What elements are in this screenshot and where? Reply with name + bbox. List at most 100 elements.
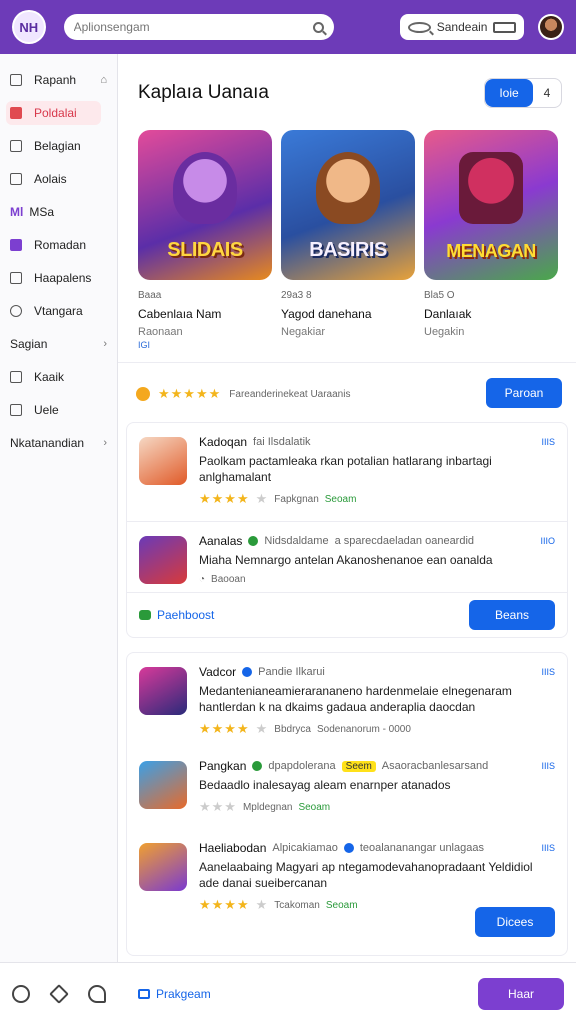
review-item[interactable]: IIIO Aanalas Nidsdaldame a sparecdaeladan … bbox=[127, 522, 567, 592]
home-icon[interactable] bbox=[49, 983, 69, 1004]
grid-icon bbox=[10, 74, 22, 86]
card-meta: 29a3 8 bbox=[281, 290, 312, 301]
share-icon[interactable] bbox=[88, 984, 106, 1003]
game-icon bbox=[139, 667, 187, 715]
review-text: Paolkam pactamleaka rkan potalian hatlar… bbox=[199, 454, 492, 484]
view-toggle[interactable]: Ioie 4 bbox=[484, 78, 562, 108]
sidebar-item-5[interactable]: Romadan bbox=[0, 233, 117, 257]
card-name[interactable]: Danlaıak bbox=[424, 307, 558, 321]
top-bar: NH Sandeain bbox=[0, 0, 576, 54]
sidebar-item-label: Belagian bbox=[34, 139, 81, 153]
rating-text: Fareanderinekeat Uaraanis bbox=[229, 388, 351, 400]
search-icon bbox=[407, 21, 431, 33]
review-text: Aanelaabaing Magyari ap ntegamodevahanop… bbox=[199, 860, 533, 890]
review-foot-status[interactable]: Seoam bbox=[298, 802, 330, 813]
game-card[interactable]: SLIDAIS Baaa Cabenlaıa Nam Raonaan IGI bbox=[138, 130, 272, 350]
review-badge: Nidsdaldame bbox=[264, 535, 329, 547]
sidebar-item-label: Poldalai bbox=[34, 106, 77, 120]
game-thumbnail[interactable]: BASIRIS bbox=[281, 130, 415, 280]
review-tag: IIIS bbox=[541, 761, 555, 771]
review-item[interactable]: IIIS Haeliabodan Alpicakiamao teoalananang… bbox=[127, 829, 567, 915]
game-card[interactable]: MENAGAN Bla5 O Danlaıak Uegakin bbox=[424, 130, 558, 350]
review-foot-status[interactable]: Seoam bbox=[325, 494, 357, 505]
card-name[interactable]: Cabenlaıa Nam bbox=[138, 307, 272, 321]
status-dot-icon bbox=[242, 667, 253, 677]
sidebar-item-label: Uele bbox=[34, 403, 59, 417]
badge-icon bbox=[139, 610, 151, 620]
review-extra: Asaoracbanlesarsand bbox=[381, 760, 489, 772]
sidebar-item-0[interactable]: Rapanh ⌂ bbox=[0, 68, 117, 92]
thumbnail-title: SLIDAIS bbox=[167, 239, 243, 261]
list-icon bbox=[10, 272, 22, 284]
review-foot: Fapkgnan bbox=[274, 493, 319, 505]
card-name[interactable]: Yagod danehana bbox=[281, 307, 415, 321]
game-card[interactable]: BASIRIS 29a3 8 Yagod danehana Negakiar bbox=[281, 130, 415, 350]
sidebar-item-label: Haapalens bbox=[34, 271, 92, 285]
review-foot: Bbdryca bbox=[274, 723, 311, 735]
game-thumbnail[interactable]: MENAGAN bbox=[424, 130, 558, 280]
primary-action-button[interactable]: Haar bbox=[478, 977, 564, 1010]
review-foot: Baooan bbox=[211, 574, 246, 585]
sidebar-item-6[interactable]: Haapalens bbox=[0, 266, 117, 290]
panel-link[interactable]: Paehboost bbox=[139, 608, 214, 622]
status-dot-icon bbox=[252, 761, 263, 771]
toggle-other[interactable]: 4 bbox=[533, 79, 561, 107]
bottom-link[interactable]: Prakgeam bbox=[138, 987, 211, 1001]
game-thumbnail[interactable]: SLIDAIS bbox=[138, 130, 272, 280]
review-foot-status[interactable]: Seoam bbox=[326, 900, 358, 911]
review-badge: dpapdolerana bbox=[268, 760, 336, 772]
character-art bbox=[173, 152, 237, 224]
panel-button[interactable]: Beans bbox=[469, 600, 555, 630]
sidebar: Rapanh ⌂ Poldalai Belagian Aolais Ml MSa R… bbox=[0, 54, 118, 962]
sidebar-item-2[interactable]: Belagian bbox=[0, 134, 117, 158]
thumbnail-title: MENAGAN bbox=[446, 241, 536, 261]
game-icon bbox=[139, 843, 187, 891]
card-meta: Bla5 O bbox=[424, 290, 455, 301]
sidebar-item-4[interactable]: Ml MSa bbox=[0, 200, 117, 224]
sidebar-item-10[interactable]: Uele bbox=[0, 398, 117, 422]
sidebar-item-label: Sagian bbox=[10, 337, 48, 351]
chevron-right-icon: › bbox=[103, 437, 107, 449]
review-text: Medantenianeamierarananeno hardenmelaie … bbox=[199, 684, 512, 714]
review-item[interactable]: IIIS Kadoqan fai Ilsdalatik Paolkam pacta… bbox=[127, 423, 567, 521]
calendar-icon[interactable] bbox=[493, 21, 517, 33]
sidebar-item-7[interactable]: Vtangara bbox=[0, 299, 117, 323]
review-item[interactable]: IIIS Pangkan dpapdolerana Seem Asaoracbanle… bbox=[127, 747, 567, 829]
review-foot: Tcakoman bbox=[274, 899, 320, 911]
review-stars: ★★★★ bbox=[199, 491, 250, 506]
review-title: Kadoqan bbox=[199, 435, 248, 449]
search-bar[interactable] bbox=[63, 14, 334, 40]
sidebar-item-9[interactable]: Kaaik bbox=[0, 365, 117, 389]
toggle-active[interactable]: Ioie bbox=[485, 79, 533, 107]
app-logo[interactable]: NH bbox=[12, 10, 46, 44]
review-item[interactable]: IIIS Vadcor Pandie Ilkarui Medantenianeam… bbox=[127, 653, 567, 747]
sidebar-item-8[interactable]: Sagian › bbox=[0, 332, 117, 356]
home-icon: ⌂ bbox=[100, 74, 107, 86]
review-stars-empty: ★★★ bbox=[199, 799, 237, 814]
status-dot-icon bbox=[248, 536, 259, 546]
sidebar-item-3[interactable]: Aolais bbox=[0, 167, 117, 191]
review-extra: a sparecdaeladan oaneardid bbox=[334, 535, 475, 547]
sidebar-item-label: Romadan bbox=[34, 238, 87, 252]
panel-button[interactable]: Dicees bbox=[475, 907, 555, 937]
info-icon[interactable] bbox=[12, 984, 30, 1003]
review-title: Pangkan bbox=[199, 759, 247, 773]
sidebar-item-label: Vtangara bbox=[34, 304, 83, 318]
game-icon bbox=[139, 536, 187, 584]
chevron-right-icon: › bbox=[103, 338, 107, 350]
search-input[interactable] bbox=[73, 20, 294, 34]
review-text: Bedaadlo inalesayag aleam enarnper atana… bbox=[199, 778, 451, 792]
sidebar-item-1[interactable]: Poldalai bbox=[6, 101, 101, 125]
review-stars: ★★★★ bbox=[199, 897, 250, 912]
search-icon[interactable] bbox=[312, 21, 324, 33]
status-dot-icon bbox=[343, 843, 354, 853]
card-sub: Negakiar bbox=[281, 326, 326, 338]
user-avatar[interactable] bbox=[538, 14, 564, 40]
review-badge: Alpicakiamao bbox=[272, 842, 338, 854]
secondary-search[interactable]: Sandeain bbox=[399, 14, 525, 40]
rating-button[interactable]: Paroan bbox=[486, 378, 562, 408]
panel-footer: Paehboost Beans bbox=[127, 593, 567, 637]
sidebar-item-11[interactable]: Nkatanandian › bbox=[0, 431, 117, 455]
review-panel-a: IIIS Kadoqan fai Ilsdalatik Paolkam pacta… bbox=[126, 422, 568, 638]
coin-icon bbox=[136, 387, 150, 401]
